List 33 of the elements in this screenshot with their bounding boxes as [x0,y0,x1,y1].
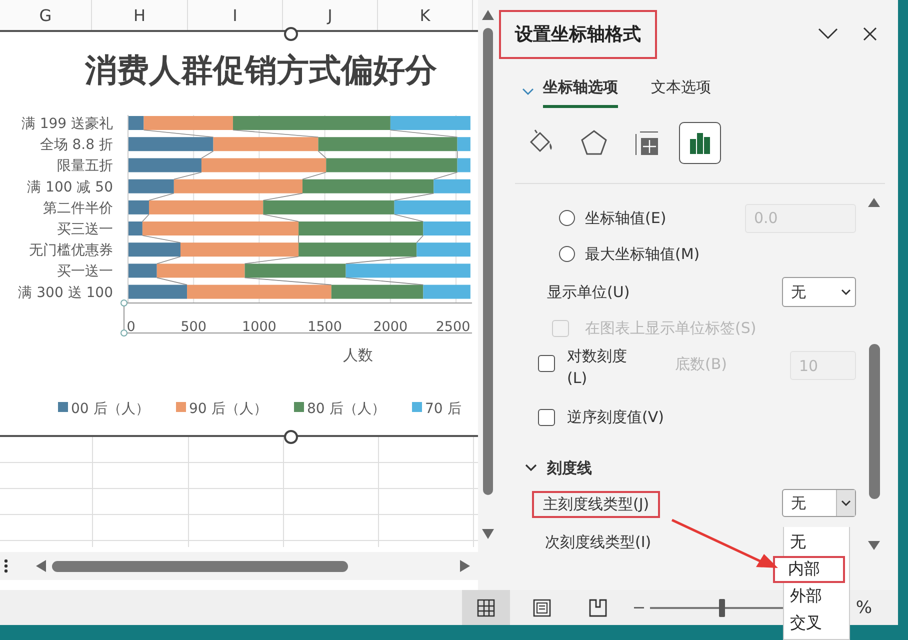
category-label: 买三送一 [57,222,113,238]
option-label: 最大坐标轴值(M) [585,244,700,264]
category-label: 全场 8.8 折 [40,137,113,154]
option-label: 对数刻度(L) [567,346,628,389]
option-label: 次刻度线类型(I) [545,532,652,552]
category-label: 无门槛优惠券 [29,242,113,259]
category-label: 满 199 送豪礼 [21,116,113,132]
category-label: 满 100 减 50 [27,179,113,196]
category-label: 第二件半价 [43,200,113,216]
option-label: 底数(B) [675,355,727,374]
legend-label: 90 后（人） [189,401,268,417]
chart-title: 消费人群促销方式偏好分 [85,51,437,89]
legend-label: 70 后 [425,401,462,417]
category-label: 买一送一 [57,264,113,280]
tick-label: 2000 [373,319,408,335]
legend-label: 00 后（人） [71,401,150,417]
tick-label: 1500 [308,319,342,335]
legend-label: 80 后（人） [307,401,386,417]
zoom-unit: % [856,598,872,618]
tick-label: 500 [180,319,206,335]
option-label: 在图表上显示单位标签(S) [585,318,756,338]
section-title: 刻度线 [547,458,592,478]
tick-label: 1000 [242,319,276,335]
category-label: 限量五折 [57,158,113,174]
tick-label: 2500 [436,319,470,335]
pane-title: 设置坐标轴格式 [499,10,657,58]
option-label: 逆序刻度值(V) [567,408,664,426]
option-label: 显示单位(U) [546,282,631,302]
axis-title: 人数 [343,346,373,364]
tick-label: 0 [126,319,136,335]
category-label: 满 300 送 100 [18,284,113,301]
option-label: 主刻度线类型(J) [532,490,660,518]
option-label: 坐标轴值(E) [585,208,666,228]
